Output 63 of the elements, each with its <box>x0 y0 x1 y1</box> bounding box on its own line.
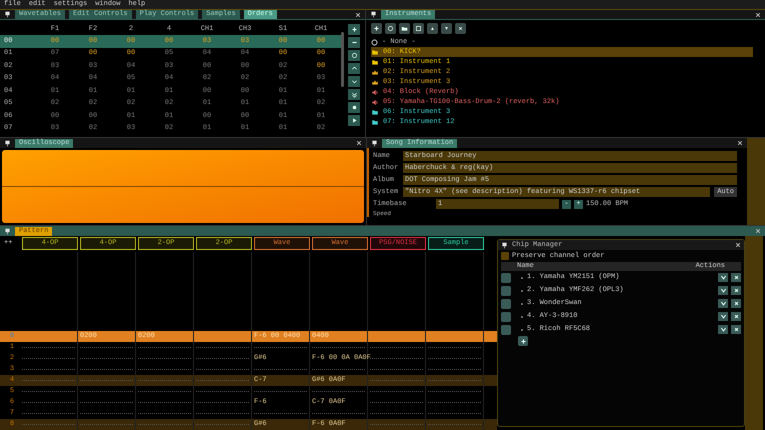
close-icon <box>356 140 362 146</box>
dot-button[interactable] <box>348 102 360 113</box>
bullet-icon <box>520 314 524 318</box>
scrollbar[interactable] <box>341 32 344 87</box>
close-icon <box>355 12 361 18</box>
close-icon <box>732 274 740 281</box>
remove-button[interactable] <box>348 37 360 48</box>
dot-icon <box>350 104 358 111</box>
dropdown-button[interactable] <box>718 312 728 321</box>
close-icon <box>755 228 761 234</box>
double-down-icon <box>350 91 358 98</box>
add-chip-button[interactable] <box>518 336 528 346</box>
close-icon <box>732 313 740 320</box>
circle-icon <box>371 38 378 46</box>
pin-icon <box>4 228 11 234</box>
add-icon <box>520 338 526 344</box>
add-button[interactable] <box>371 23 382 34</box>
remove-button[interactable] <box>731 286 741 295</box>
play-icon <box>350 117 358 124</box>
bullet-icon <box>520 328 524 332</box>
close-icon <box>735 242 741 248</box>
close-icon <box>755 12 761 18</box>
dropdown-button[interactable] <box>718 286 728 295</box>
folder-button[interactable] <box>399 23 410 34</box>
remove-button[interactable] <box>731 312 741 321</box>
dropdown-button[interactable] <box>718 299 728 308</box>
remove-button[interactable] <box>731 325 741 334</box>
delete-button[interactable] <box>455 23 466 34</box>
bullet-icon <box>520 302 524 306</box>
checkbox[interactable] <box>501 252 509 260</box>
dropdown-button[interactable] <box>718 325 728 334</box>
folder-icon <box>401 25 408 32</box>
double-down-button[interactable] <box>348 89 360 100</box>
play-button[interactable] <box>348 115 360 126</box>
bullet-icon <box>520 276 524 280</box>
remove-button[interactable] <box>731 273 741 282</box>
up-button[interactable] <box>348 63 360 74</box>
up-icon <box>350 65 358 72</box>
down-icon <box>350 78 358 85</box>
remove-button[interactable] <box>731 299 741 308</box>
add-icon <box>373 25 380 32</box>
down-button[interactable] <box>441 23 452 34</box>
dropdown-button[interactable] <box>718 273 728 282</box>
up-button[interactable] <box>427 23 438 34</box>
circle-button[interactable] <box>348 50 360 61</box>
circle-icon <box>350 52 358 59</box>
pin-icon <box>371 140 378 146</box>
close-icon <box>732 326 740 333</box>
down-button[interactable] <box>348 76 360 87</box>
down-icon <box>443 25 450 32</box>
delete-icon <box>457 25 464 32</box>
pin-icon <box>370 11 377 18</box>
pin-icon <box>4 11 11 18</box>
pin-icon <box>4 140 11 146</box>
pin-icon <box>501 242 508 248</box>
close-icon <box>732 300 740 307</box>
up-icon <box>429 25 436 32</box>
add-button[interactable] <box>348 24 360 35</box>
remove-icon <box>350 39 358 46</box>
bullet-icon <box>520 288 524 292</box>
close-icon <box>732 287 740 294</box>
close-icon <box>737 140 743 146</box>
add-icon <box>350 26 358 33</box>
